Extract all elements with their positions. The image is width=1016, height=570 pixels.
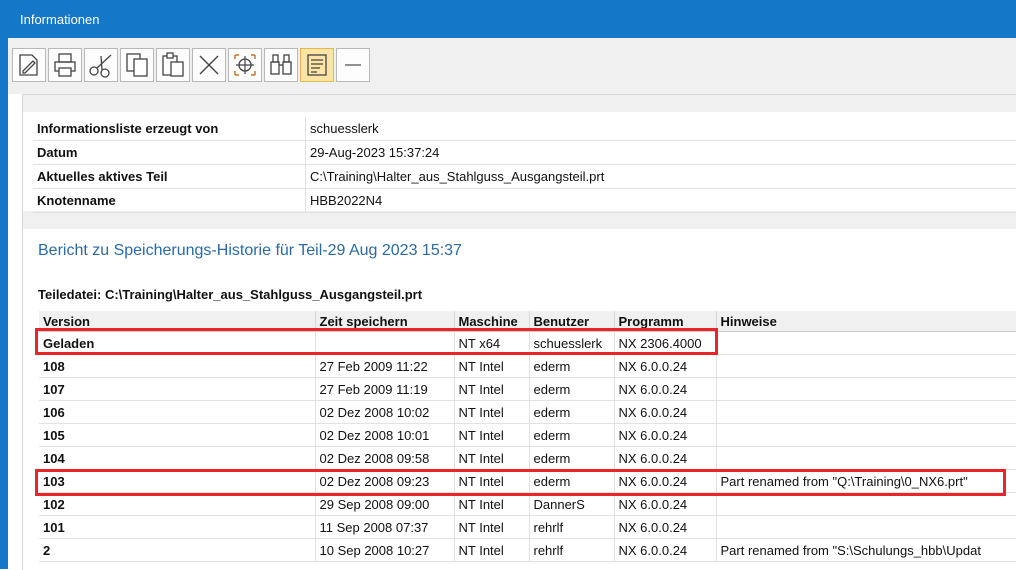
column-header-notes[interactable]: Hinweise xyxy=(716,311,1016,332)
cell-version: 104 xyxy=(39,447,315,470)
cell-notes xyxy=(716,355,1016,378)
cell-machine: NT Intel xyxy=(454,447,529,470)
cell-program: NX 6.0.0.24 xyxy=(614,355,716,378)
minimize-list-button[interactable] xyxy=(336,48,370,82)
info-key: Knotenname xyxy=(33,189,306,213)
copy-button[interactable] xyxy=(120,48,154,82)
cell-user: ederm xyxy=(529,424,614,447)
info-value: schuesslerk xyxy=(306,117,1016,141)
info-value: C:\Training\Halter_aus_Stahlguss_Ausgang… xyxy=(306,165,1016,189)
separator-band xyxy=(23,211,1016,229)
cell-machine: NT Intel xyxy=(454,401,529,424)
info-key: Informationsliste erzeugt von xyxy=(33,117,306,141)
cell-user: rehrlf xyxy=(529,539,614,562)
cell-user: ederm xyxy=(529,355,614,378)
cell-notes xyxy=(716,401,1016,424)
edit-document-button[interactable] xyxy=(12,48,46,82)
print-button[interactable] xyxy=(48,48,82,82)
cell-program: NX 6.0.0.24 xyxy=(614,378,716,401)
crosshair-icon xyxy=(231,51,259,79)
wrap-text-button[interactable] xyxy=(300,48,334,82)
cell-user: rehrlf xyxy=(529,516,614,539)
info-key: Aktuelles aktives Teil xyxy=(33,165,306,189)
cell-version: 108 xyxy=(39,355,315,378)
select-point-button[interactable] xyxy=(228,48,262,82)
cell-user: ederm xyxy=(529,401,614,424)
cell-program: NX 6.0.0.24 xyxy=(614,516,716,539)
info-key: Datum xyxy=(33,141,306,165)
info-table: Informationsliste erzeugt von schuessler… xyxy=(33,117,1016,213)
minus-icon xyxy=(339,51,367,79)
paste-icon xyxy=(159,51,187,79)
cell-machine: NT Intel xyxy=(454,355,529,378)
window-title: Informationen xyxy=(20,12,100,27)
cell-notes: Part renamed from "S:\Schulungs_hbb\Upda… xyxy=(716,539,1016,562)
cell-version: 107 xyxy=(39,378,315,401)
top-band xyxy=(23,95,1016,112)
history-row: 108 27 Feb 2009 11:22 NT Intel ederm NX … xyxy=(39,355,1016,378)
delete-button[interactable] xyxy=(192,48,226,82)
cell-program: NX 6.0.0.24 xyxy=(614,447,716,470)
cell-notes xyxy=(716,447,1016,470)
window-titlebar: Informationen xyxy=(0,0,1016,38)
cell-save-time: 10 Sep 2008 10:27 xyxy=(315,539,454,562)
cell-notes xyxy=(716,378,1016,401)
history-row: 105 02 Dez 2008 10:01 NT Intel ederm NX … xyxy=(39,424,1016,447)
info-row: Datum 29-Aug-2023 15:37:24 xyxy=(33,141,1016,165)
window-left-border xyxy=(0,38,8,569)
cell-program: NX 6.0.0.24 xyxy=(614,401,716,424)
history-row: 2 10 Sep 2008 10:27 NT Intel rehrlf NX 6… xyxy=(39,539,1016,562)
cell-user: ederm xyxy=(529,447,614,470)
print-icon xyxy=(51,51,79,79)
delete-icon xyxy=(195,51,223,79)
cell-version: 105 xyxy=(39,424,315,447)
cell-program: NX 6.0.0.24 xyxy=(614,424,716,447)
highlight-renamed-row xyxy=(35,469,1006,496)
cell-machine: NT Intel xyxy=(454,539,529,562)
cell-machine: NT Intel xyxy=(454,424,529,447)
cell-notes xyxy=(716,332,1016,355)
copy-icon xyxy=(123,51,151,79)
part-file-label: Teiledatei: C:\Training\Halter_aus_Stahl… xyxy=(38,287,422,302)
info-row: Informationsliste erzeugt von schuessler… xyxy=(33,117,1016,141)
history-row: 106 02 Dez 2008 10:02 NT Intel ederm NX … xyxy=(39,401,1016,424)
info-value: 29-Aug-2023 15:37:24 xyxy=(306,141,1016,165)
cell-notes xyxy=(716,424,1016,447)
info-row: Aktuelles aktives Teil C:\Training\Halte… xyxy=(33,165,1016,189)
highlight-loaded-row xyxy=(35,328,718,355)
cell-version: 2 xyxy=(39,539,315,562)
report-title: Bericht zu Speicherungs-Historie für Tei… xyxy=(38,242,462,260)
info-row: Knotenname HBB2022N4 xyxy=(33,189,1016,213)
cell-save-time: 27 Feb 2009 11:19 xyxy=(315,378,454,401)
binoculars-icon xyxy=(267,51,295,79)
history-row: 104 02 Dez 2008 09:58 NT Intel ederm NX … xyxy=(39,447,1016,470)
cell-save-time: 02 Dez 2008 09:58 xyxy=(315,447,454,470)
cut-icon xyxy=(87,51,115,79)
cut-button[interactable] xyxy=(84,48,118,82)
find-button[interactable] xyxy=(264,48,298,82)
history-row: 101 11 Sep 2008 07:37 NT Intel rehrlf NX… xyxy=(39,516,1016,539)
cell-machine: NT Intel xyxy=(454,516,529,539)
cell-save-time: 02 Dez 2008 10:01 xyxy=(315,424,454,447)
cell-version: 106 xyxy=(39,401,315,424)
wrap-text-icon xyxy=(303,51,331,79)
toolbar xyxy=(8,38,1016,94)
info-value: HBB2022N4 xyxy=(306,189,1016,213)
cell-save-time: 02 Dez 2008 10:02 xyxy=(315,401,454,424)
cell-save-time: 11 Sep 2008 07:37 xyxy=(315,516,454,539)
cell-save-time: 27 Feb 2009 11:22 xyxy=(315,355,454,378)
cell-program: NX 6.0.0.24 xyxy=(614,539,716,562)
cell-version: 101 xyxy=(39,516,315,539)
cell-machine: NT Intel xyxy=(454,378,529,401)
cell-notes xyxy=(716,516,1016,539)
history-row: 107 27 Feb 2009 11:19 NT Intel ederm NX … xyxy=(39,378,1016,401)
edit-document-icon xyxy=(15,51,43,79)
cell-user: ederm xyxy=(529,378,614,401)
paste-button[interactable] xyxy=(156,48,190,82)
